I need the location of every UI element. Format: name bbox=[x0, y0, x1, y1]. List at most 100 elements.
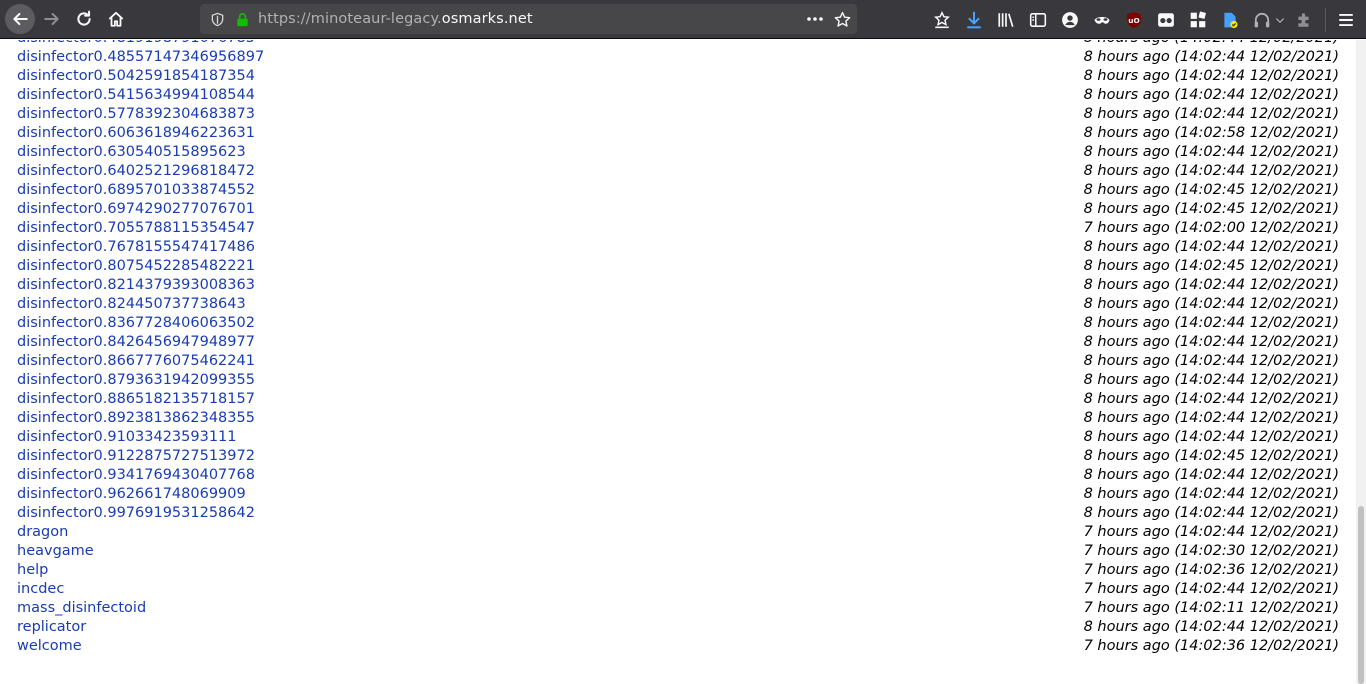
list-item: disinfector0.5778392304683873 8 hours ago… bbox=[17, 105, 1339, 124]
back-button[interactable] bbox=[5, 4, 35, 34]
account-button[interactable] bbox=[1054, 4, 1086, 36]
page-link[interactable]: dragon bbox=[17, 523, 68, 542]
page-link[interactable]: disinfector0.6895701033874552 bbox=[17, 181, 255, 200]
page-link[interactable]: disinfector0.48557147346956897 bbox=[17, 48, 264, 67]
page-timestamp: 8 hours ago (14:02:45 12/02/2021) bbox=[1083, 448, 1339, 464]
page-link[interactable]: disinfector0.8214379393008363 bbox=[17, 276, 255, 295]
ublock-button[interactable]: uO bbox=[1118, 4, 1150, 36]
page-timestamp: 8 hours ago (14:02:44 12/02/2021) bbox=[1084, 40, 1339, 48]
extension-file-button[interactable] bbox=[1214, 4, 1246, 36]
extension-mask-button[interactable] bbox=[1086, 4, 1118, 36]
url-host: osmarks.net bbox=[441, 11, 533, 27]
page-link[interactable]: disinfector0.91033423593111 bbox=[17, 428, 237, 447]
mask-icon bbox=[1094, 16, 1110, 24]
url-bar[interactable]: https://minoteaur-legacy.osmarks.net bbox=[200, 4, 857, 34]
page-timestamp: 8 hours ago (14:02:44 12/02/2021) bbox=[1083, 372, 1339, 388]
list-item: disinfector0.9341769430407768 8 hours ago… bbox=[17, 466, 1339, 485]
puzzle-icon bbox=[1298, 12, 1309, 27]
list-item: disinfector0.8667776075462241 8 hours ago… bbox=[17, 352, 1339, 371]
page-link[interactable]: disinfector0.4819198791076785 bbox=[17, 40, 255, 48]
extension-dropdown-button[interactable] bbox=[1272, 4, 1288, 36]
page-link[interactable]: disinfector0.962661748069909 bbox=[17, 485, 246, 504]
reader-star-button[interactable] bbox=[926, 4, 958, 36]
list-item: disinfector0.48557147346956897 8 hours ag… bbox=[17, 48, 1339, 67]
extension-blocks-button[interactable] bbox=[1182, 4, 1214, 36]
page-link[interactable]: disinfector0.7678155547417486 bbox=[17, 238, 255, 257]
list-item: disinfector0.630540515895623 8 hours ago … bbox=[17, 143, 1339, 162]
page-timestamp: 8 hours ago (14:02:44 12/02/2021) bbox=[1083, 144, 1339, 160]
list-item: dragon 7 hours ago (14:02:44 12/02/2021) bbox=[17, 523, 1339, 542]
page-timestamp: 7 hours ago (14:02:36 12/02/2021) bbox=[1083, 562, 1339, 578]
page-link[interactable]: disinfector0.630540515895623 bbox=[17, 143, 246, 162]
page-actions-icon[interactable] bbox=[806, 16, 824, 22]
page-link[interactable]: disinfector0.6402521296818472 bbox=[17, 162, 255, 181]
page-link[interactable]: disinfector0.8426456947948977 bbox=[17, 333, 255, 352]
tracking-protection-icon[interactable] bbox=[209, 11, 225, 27]
home-button[interactable] bbox=[101, 4, 131, 34]
page-list: disinfector0.4819198791076785 8 hours ago… bbox=[17, 40, 1339, 656]
page-link[interactable]: welcome bbox=[17, 637, 82, 656]
page-link[interactable]: replicator bbox=[17, 618, 86, 637]
page-link[interactable]: disinfector0.8367728406063502 bbox=[17, 314, 255, 333]
page-link[interactable]: disinfector0.5042591854187354 bbox=[17, 67, 255, 86]
list-item: disinfector0.8214379393008363 8 hours ago… bbox=[17, 276, 1339, 295]
file-check-icon bbox=[1224, 12, 1238, 28]
page-link[interactable]: disinfector0.7055788115354547 bbox=[17, 219, 255, 238]
vertical-scrollbar[interactable] bbox=[1356, 40, 1366, 684]
list-item: disinfector0.6895701033874552 8 hours ago… bbox=[17, 181, 1339, 200]
page-timestamp: 8 hours ago (14:02:44 12/02/2021) bbox=[1083, 334, 1339, 350]
page-timestamp: 8 hours ago (14:02:44 12/02/2021) bbox=[1083, 49, 1339, 65]
page-link[interactable]: heavgame bbox=[17, 542, 94, 561]
glasses-icon bbox=[1158, 12, 1174, 27]
library-button[interactable] bbox=[990, 4, 1022, 36]
page-link[interactable]: disinfector0.8667776075462241 bbox=[17, 352, 255, 371]
list-item: replicator 8 hours ago (14:02:44 12/02/20… bbox=[17, 618, 1339, 637]
extension-puzzle-button[interactable] bbox=[1288, 4, 1320, 36]
page-timestamp: 8 hours ago (14:02:44 12/02/2021) bbox=[1083, 239, 1339, 255]
page-timestamp: 8 hours ago (14:02:45 12/02/2021) bbox=[1083, 201, 1339, 217]
page-link[interactable]: disinfector0.9122875727513972 bbox=[17, 447, 255, 466]
extension-glasses-button[interactable] bbox=[1150, 4, 1182, 36]
page-link[interactable]: help bbox=[17, 561, 48, 580]
page-timestamp: 8 hours ago (14:02:44 12/02/2021) bbox=[1083, 315, 1339, 331]
list-item: disinfector0.5042591854187354 8 hours ago… bbox=[17, 67, 1339, 86]
page-link[interactable]: disinfector0.8865182135718157 bbox=[17, 390, 255, 409]
page-link[interactable]: disinfector0.9976919531258642 bbox=[17, 504, 255, 523]
scrollbar-thumb[interactable] bbox=[1358, 506, 1364, 684]
hamburger-menu-icon bbox=[1339, 13, 1353, 26]
list-item: help 7 hours ago (14:02:36 12/02/2021) bbox=[17, 561, 1339, 580]
browser-toolbar: https://minoteaur-legacy.osmarks.net uO bbox=[0, 0, 1366, 39]
page-link[interactable]: mass_disinfectoid bbox=[17, 599, 146, 618]
page-link[interactable]: disinfector0.9341769430407768 bbox=[17, 466, 255, 485]
list-item: disinfector0.8367728406063502 8 hours ago… bbox=[17, 314, 1339, 333]
page-link[interactable]: disinfector0.5415634994108544 bbox=[17, 86, 255, 105]
page-link[interactable]: disinfector0.824450737738643 bbox=[17, 295, 246, 314]
list-item: disinfector0.9122875727513972 8 hours ago… bbox=[17, 447, 1339, 466]
page-link[interactable]: disinfector0.6063618946223631 bbox=[17, 124, 255, 143]
menu-button[interactable] bbox=[1330, 4, 1362, 36]
page-link[interactable]: disinfector0.8075452285482221 bbox=[17, 257, 255, 276]
page-link[interactable]: disinfector0.5778392304683873 bbox=[17, 105, 255, 124]
page-link[interactable]: disinfector0.8923813862348355 bbox=[17, 409, 255, 428]
page-timestamp: 8 hours ago (14:02:44 12/02/2021) bbox=[1083, 391, 1339, 407]
page-timestamp: 8 hours ago (14:02:44 12/02/2021) bbox=[1083, 410, 1339, 426]
star-tray-icon bbox=[934, 10, 950, 28]
page-link[interactable]: incdec bbox=[17, 580, 64, 599]
downloads-button[interactable] bbox=[958, 4, 990, 36]
reload-button[interactable] bbox=[69, 4, 99, 34]
sidebar-button[interactable] bbox=[1022, 4, 1054, 36]
blocks-icon bbox=[1190, 10, 1207, 27]
list-item: disinfector0.7678155547417486 8 hours ago… bbox=[17, 238, 1339, 257]
list-item: disinfector0.6402521296818472 8 hours ago… bbox=[17, 162, 1339, 181]
page-link[interactable]: disinfector0.6974290277076701 bbox=[17, 200, 255, 219]
bookmark-star-icon[interactable] bbox=[834, 11, 851, 28]
lock-icon[interactable] bbox=[234, 11, 250, 27]
page-link[interactable]: disinfector0.8793631942099355 bbox=[17, 371, 255, 390]
page-timestamp: 8 hours ago (14:02:44 12/02/2021) bbox=[1083, 619, 1339, 635]
page-timestamp: 8 hours ago (14:02:44 12/02/2021) bbox=[1083, 467, 1339, 483]
forward-button[interactable] bbox=[37, 4, 67, 34]
svg-text:uO: uO bbox=[1128, 15, 1139, 24]
page-timestamp: 8 hours ago (14:02:44 12/02/2021) bbox=[1083, 68, 1339, 84]
page-timestamp: 7 hours ago (14:02:44 12/02/2021) bbox=[1083, 524, 1339, 540]
url-text[interactable]: https://minoteaur-legacy.osmarks.net bbox=[258, 11, 533, 27]
